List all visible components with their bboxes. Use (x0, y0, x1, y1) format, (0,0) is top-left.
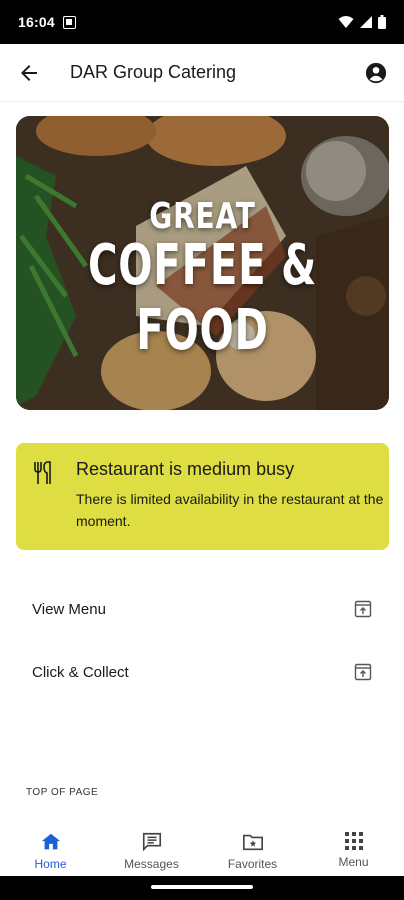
nav-messages[interactable]: Messages (101, 820, 202, 876)
account-button[interactable] (362, 59, 390, 87)
hero-banner: GREAT COFFEE & FOOD (16, 116, 389, 410)
fork-knife-icon (32, 461, 54, 550)
nav-menu-label: Menu (338, 855, 369, 869)
click-collect-link[interactable]: Click & Collect (16, 647, 389, 697)
app-bar: DAR Group Catering (0, 44, 404, 102)
nav-favorites[interactable]: Favorites (202, 820, 303, 876)
nav-home-label: Home (34, 857, 67, 871)
view-menu-link[interactable]: View Menu (16, 584, 389, 634)
signal-icon (360, 16, 372, 28)
top-of-page-link[interactable]: TOP OF PAGE (26, 787, 98, 798)
nav-favorites-label: Favorites (227, 857, 278, 871)
notification-icon (62, 15, 76, 29)
click-collect-label: Click & Collect (32, 663, 129, 681)
nav-messages-label: Messages (124, 857, 179, 871)
view-menu-label: View Menu (32, 600, 106, 618)
account-circle-icon (365, 62, 387, 83)
folder-star-icon (242, 834, 263, 851)
arrow-back-icon (21, 64, 37, 81)
nav-menu[interactable]: Menu (303, 820, 404, 876)
home-gesture-handle[interactable] (151, 885, 253, 889)
status-bar: 16:04 (0, 0, 404, 44)
hero-line-1: GREAT (149, 196, 256, 237)
status-description: There is limited availability in the res… (76, 491, 384, 529)
home-icon (41, 833, 60, 850)
nav-home[interactable]: Home (0, 820, 101, 876)
page-title: DAR Group Catering (70, 62, 237, 82)
bottom-navigation: Home Messages Favorites Menu (0, 820, 404, 876)
system-gesture-bar (0, 876, 404, 900)
back-button[interactable] (14, 58, 44, 88)
wifi-icon (338, 16, 354, 28)
open-external-icon (353, 599, 373, 619)
hero-line-2: COFFEE & FOOD (87, 233, 318, 363)
restaurant-status-card: Restaurant is medium busy There is limit… (16, 443, 389, 550)
hero-headline: GREAT COFFEE & FOOD (16, 196, 389, 363)
message-icon (142, 832, 161, 852)
open-external-icon (353, 662, 373, 682)
status-time: 16:04 (18, 14, 55, 30)
grid-icon (344, 832, 363, 850)
battery-icon (378, 15, 386, 29)
status-heading: Restaurant is medium busy (76, 459, 295, 479)
